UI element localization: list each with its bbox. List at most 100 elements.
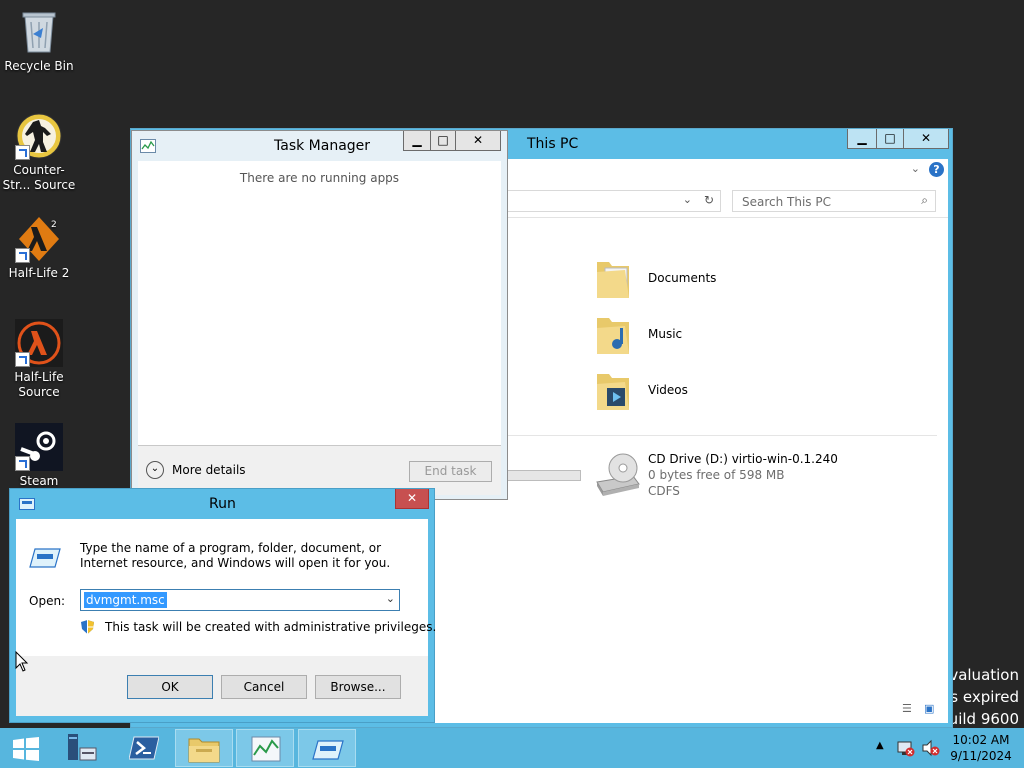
task-manager-titlebar[interactable]: Task Manager ▁ □ ✕: [132, 131, 507, 161]
documents-folder-icon: [597, 262, 629, 298]
close-button[interactable]: ✕: [455, 131, 501, 151]
videos-folder-icon: [597, 374, 629, 410]
drive-name: CD Drive (D:) virtio-win-0.1.240: [648, 452, 838, 466]
taskbar-task-manager[interactable]: [236, 729, 294, 767]
music-folder-icon: [597, 318, 629, 354]
desktop-icon-half-life-source[interactable]: Half-Life Source: [1, 319, 77, 400]
close-icon: ✕: [920, 131, 932, 145]
open-label: Open:: [29, 594, 66, 608]
window-title: Task Manager: [274, 138, 371, 154]
recycle-bin-icon: [15, 8, 63, 56]
empty-state-text: There are no running apps: [239, 171, 400, 185]
run-program-icon: [29, 548, 61, 568]
network-warning-icon[interactable]: [897, 739, 915, 757]
cancel-button[interactable]: Cancel: [221, 675, 307, 699]
desktop-icon-label: Half-Life 2: [8, 266, 70, 280]
close-icon: ✕: [406, 491, 418, 505]
steam-icon: [15, 423, 63, 471]
window-title: Run: [209, 496, 236, 512]
chevron-down-icon: ⌄: [146, 461, 164, 479]
desktop-icon-recycle-bin[interactable]: Recycle Bin: [1, 8, 77, 74]
show-hidden-icons-icon[interactable]: ▲: [876, 740, 884, 751]
folder-item-music[interactable]: Music: [595, 312, 795, 358]
task-manager-window: Task Manager ▁ □ ✕ There are no running …: [131, 130, 508, 500]
maximize-icon: □: [437, 133, 449, 147]
window-title: This PC: [527, 136, 579, 152]
shortcut-arrow-icon: [15, 456, 30, 471]
run-titlebar[interactable]: Run ✕: [10, 489, 434, 519]
refresh-icon[interactable]: ↻: [704, 193, 714, 207]
ok-button[interactable]: OK: [127, 675, 213, 699]
half-life-2-icon: 2: [15, 215, 63, 263]
clock-date: 9/11/2024: [950, 749, 1012, 763]
shield-icon: [81, 620, 94, 634]
powershell-icon: [129, 736, 159, 760]
mouse-cursor-icon: [15, 651, 29, 672]
run-dialog: Run ✕ Type the name of a program, folder…: [9, 488, 436, 723]
desktop-icon-half-life-2[interactable]: 2 Half-Life 2: [1, 215, 77, 281]
folder-label: Music: [648, 327, 683, 341]
file-explorer-icon: [188, 738, 220, 763]
taskbar-powershell[interactable]: [116, 729, 174, 767]
browse-button[interactable]: Browse...: [315, 675, 401, 699]
taskbar: ▲ 10:02 AM 9/11/2024: [0, 728, 1024, 768]
volume-muted-icon[interactable]: [922, 739, 940, 757]
details-view-icon[interactable]: ☰: [902, 702, 912, 715]
clock-time: 10:02 AM: [952, 733, 1010, 747]
address-dropdown-icon[interactable]: ⌄: [683, 193, 692, 206]
task-list: There are no running apps: [138, 161, 501, 445]
drive-free-space: 0 bytes free of 598 MB: [648, 468, 785, 482]
maximize-icon: □: [884, 131, 896, 145]
taskbar-run[interactable]: [298, 729, 356, 767]
task-manager-icon: [251, 736, 281, 762]
large-icons-view-icon[interactable]: ▣: [924, 702, 934, 715]
desktop-icon-label: Steam: [19, 474, 59, 488]
end-task-button[interactable]: End task: [409, 461, 492, 482]
maximize-button[interactable]: □: [430, 131, 456, 151]
run-button-bar: OK Cancel Browse...: [16, 656, 428, 716]
chevron-down-icon[interactable]: ⌄: [386, 592, 395, 605]
run-icon: [19, 498, 35, 510]
expand-ribbon-icon[interactable]: ⌄: [911, 162, 920, 175]
desktop-icon-label: Recycle Bin: [4, 59, 74, 73]
minimize-button[interactable]: ▁: [403, 131, 431, 151]
open-combobox[interactable]: dvmgmt.msc ⌄: [80, 589, 400, 611]
system-clock[interactable]: 10:02 AM 9/11/2024: [948, 732, 1014, 764]
desktop-icon-label: Half-Life Source: [14, 370, 64, 399]
folder-item-documents[interactable]: Documents: [595, 256, 795, 302]
counter-strike-icon: [15, 112, 63, 160]
search-box[interactable]: Search This PC ⌕: [732, 190, 936, 212]
cd-drive-icon: [596, 453, 640, 496]
half-life-source-icon: [15, 319, 63, 367]
run-icon: [312, 740, 344, 760]
close-button[interactable]: ✕: [903, 129, 949, 149]
shortcut-arrow-icon: [15, 352, 30, 367]
open-input-value[interactable]: dvmgmt.msc: [84, 592, 167, 608]
minimize-button[interactable]: ▁: [847, 129, 877, 149]
server-manager-icon: [68, 734, 97, 761]
drive-usage-bar: [505, 470, 581, 481]
close-icon: ✕: [472, 133, 484, 147]
admin-privileges-note: This task will be created with administr…: [105, 620, 437, 634]
search-placeholder: Search This PC: [742, 195, 831, 209]
desktop-icon-counter-strike-source[interactable]: Counter-Str... Source: [1, 112, 77, 193]
folder-label: Videos: [648, 383, 688, 397]
desktop-icon-label: Counter-Str... Source: [2, 163, 76, 192]
run-body: Type the name of a program, folder, docu…: [16, 519, 436, 716]
svg-text:2: 2: [51, 220, 57, 230]
maximize-button[interactable]: □: [876, 129, 904, 149]
windows-logo-icon: [13, 737, 39, 761]
help-icon[interactable]: ?: [929, 162, 944, 177]
folder-item-videos[interactable]: Videos: [595, 368, 795, 414]
drive-item-cd[interactable]: CD Drive (D:) virtio-win-0.1.240 0 bytes…: [593, 452, 923, 502]
shortcut-arrow-icon: [15, 248, 30, 263]
start-button[interactable]: [0, 729, 52, 767]
close-button[interactable]: ✕: [395, 489, 429, 509]
folder-label: Documents: [648, 271, 717, 285]
taskbar-file-explorer[interactable]: [175, 729, 233, 767]
taskbar-server-manager[interactable]: [54, 729, 112, 767]
desktop-icon-steam[interactable]: Steam: [1, 423, 77, 489]
minimize-icon: ▁: [857, 131, 867, 145]
section-divider: [505, 435, 937, 436]
minimize-icon: ▁: [412, 133, 422, 147]
